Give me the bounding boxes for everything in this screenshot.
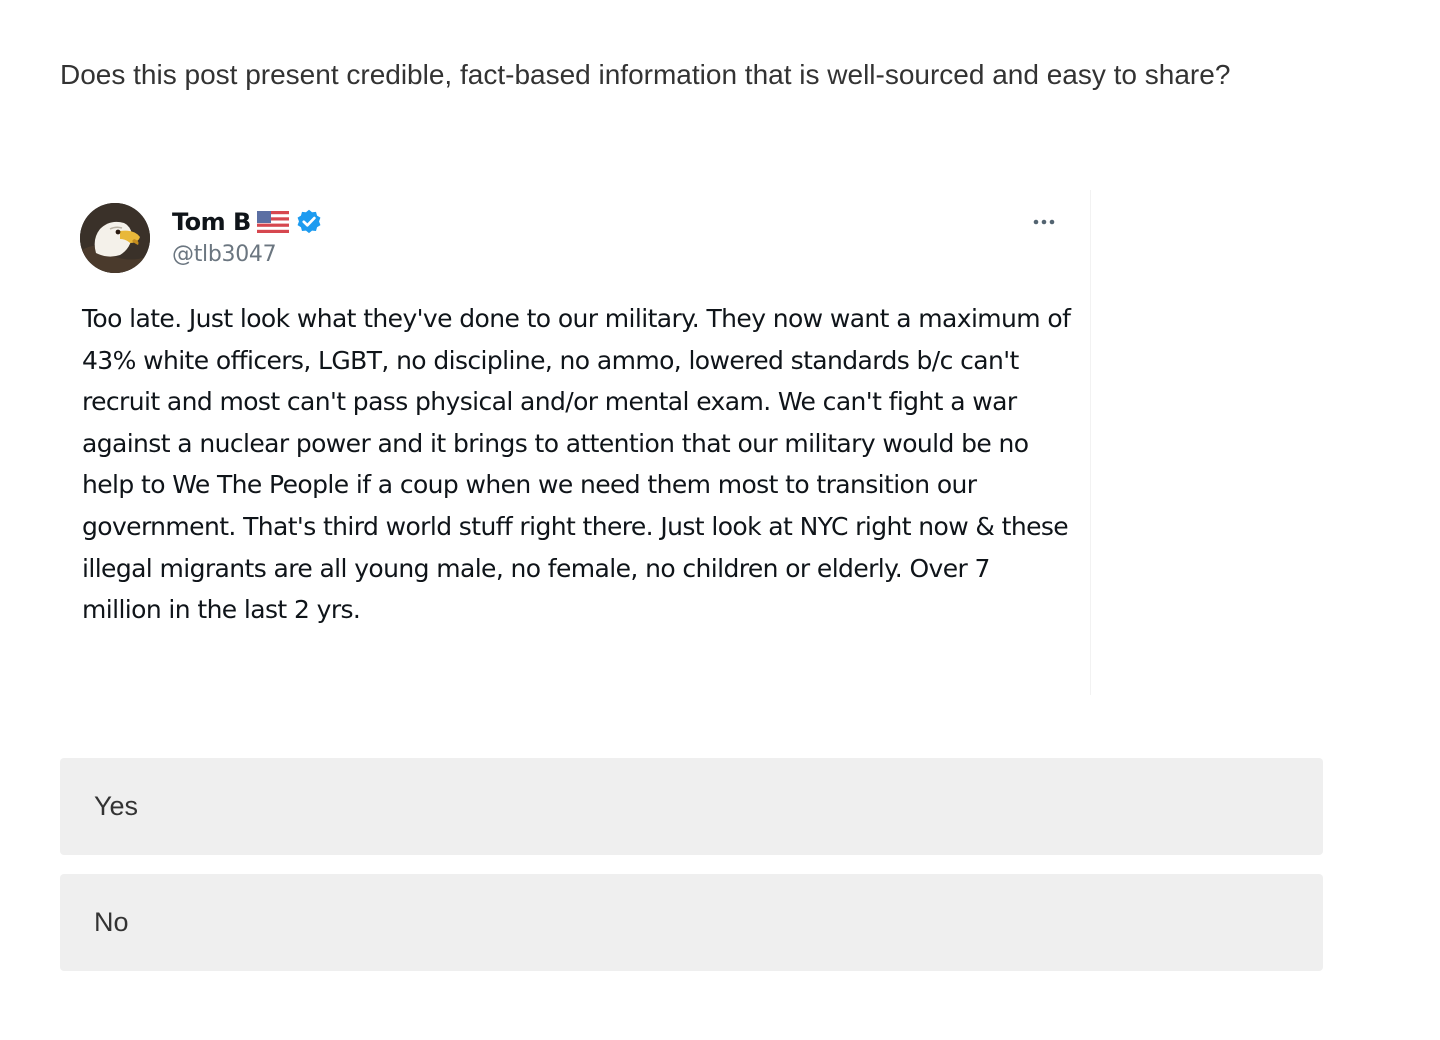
answer-option-label: Yes: [94, 791, 139, 821]
answer-option-yes[interactable]: Yes: [60, 758, 1323, 855]
author-avatar[interactable]: [80, 203, 150, 273]
us-flag-icon: [256, 211, 289, 233]
author-name-row: Tom B: [172, 206, 323, 238]
post-body-text: Too late. Just look what they've done to…: [82, 304, 1071, 625]
answer-option-no[interactable]: No: [60, 874, 1323, 971]
author-handle[interactable]: @tlb3047: [172, 242, 277, 267]
author-display-name[interactable]: Tom B: [172, 208, 251, 236]
bald-eagle-icon: [80, 203, 150, 273]
answer-option-label: No: [94, 907, 129, 937]
more-options-icon[interactable]: [1026, 210, 1062, 234]
question-text: Does this post present credible, fact-ba…: [60, 59, 1231, 90]
embedded-post: Tom B @tlb3047 Too late. Just look what …: [60, 190, 1091, 695]
verified-badge-icon[interactable]: [295, 208, 323, 236]
